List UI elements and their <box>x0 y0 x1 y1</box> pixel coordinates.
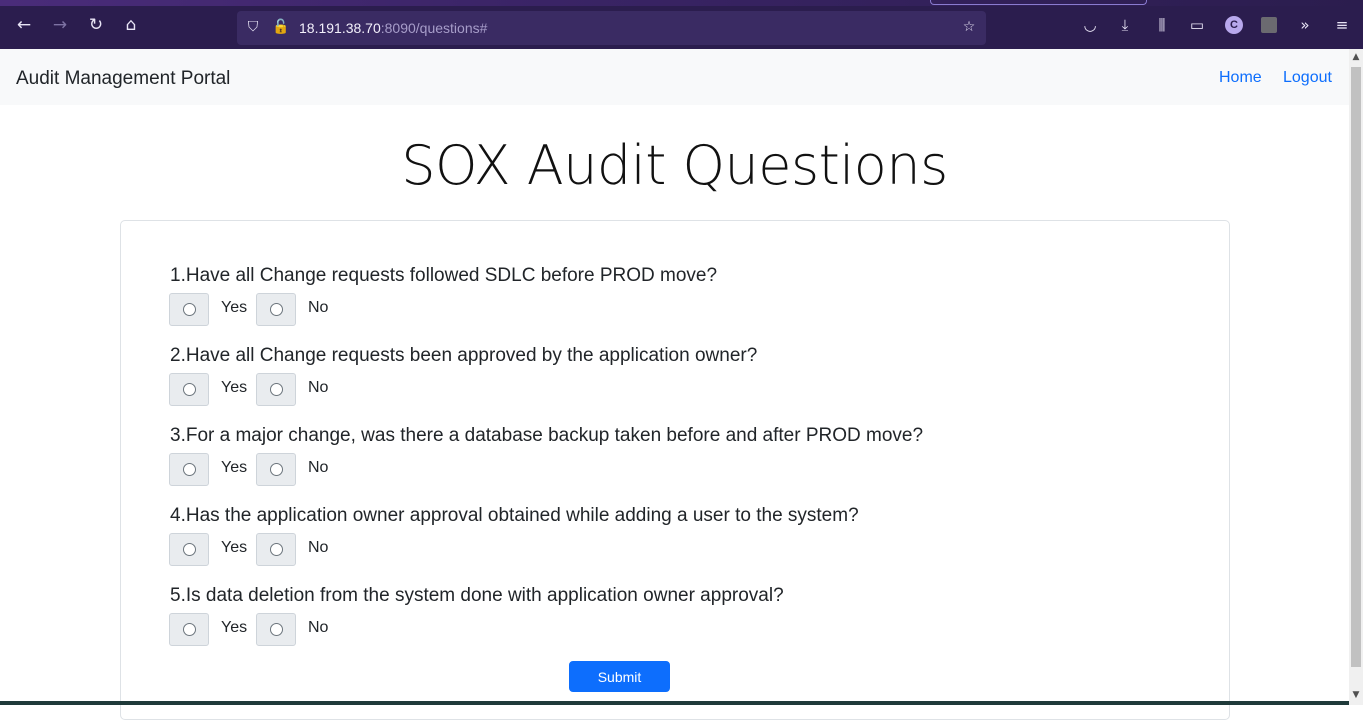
q5-yes-radio[interactable] <box>169 613 209 646</box>
scroll-thumb[interactable] <box>1351 67 1361 667</box>
forward-arrow-icon[interactable]: → <box>49 14 71 36</box>
page-title: SOX Audit Questions <box>401 134 948 197</box>
extension-square <box>1261 17 1277 33</box>
radio-circle-icon <box>182 383 196 396</box>
radio-circle-icon <box>269 543 283 556</box>
q3-no-label: No <box>308 459 329 476</box>
nav-logout-link[interactable]: Logout <box>1283 69 1332 87</box>
q5-no-label: No <box>308 619 329 636</box>
radio-circle-icon <box>269 383 283 396</box>
shield-icon[interactable]: ⛉ <box>243 17 263 37</box>
q1-no-radio[interactable] <box>256 293 296 326</box>
reload-icon[interactable]: ↻ <box>85 14 107 36</box>
question-1: 1.Have all Change requests followed SDLC… <box>170 265 718 286</box>
active-tab[interactable] <box>930 0 1147 5</box>
nav-home-link[interactable]: Home <box>1219 69 1262 87</box>
q3-no-radio[interactable] <box>256 453 296 486</box>
pocket-icon[interactable]: ◡ <box>1079 14 1101 36</box>
q4-no-radio[interactable] <box>256 533 296 566</box>
radio-circle-icon <box>182 543 196 556</box>
q2-yes-label: Yes <box>221 379 248 396</box>
q4-no-label: No <box>308 539 329 556</box>
q3-yes-radio[interactable] <box>169 453 209 486</box>
question-4: 4.Has the application owner approval obt… <box>170 505 859 526</box>
radio-circle-icon <box>182 303 196 316</box>
library-icon[interactable]: ⫼ <box>1151 14 1173 36</box>
q4-yes-label: Yes <box>221 539 248 556</box>
back-arrow-icon[interactable]: ← <box>13 14 35 36</box>
q5-yes-label: Yes <box>221 619 248 636</box>
q4-yes-radio[interactable] <box>169 533 209 566</box>
question-5: 5.Is data deletion from the system done … <box>170 585 784 606</box>
radio-circle-icon <box>182 463 196 476</box>
lock-icon[interactable]: 🔓 <box>271 17 291 37</box>
questions-card: 1.Have all Change requests followed SDLC… <box>120 220 1230 720</box>
url-path: :8090/questions# <box>380 20 488 36</box>
question-2: 2.Have all Change requests been approved… <box>170 345 758 366</box>
hamburger-menu-icon[interactable]: ≡ <box>1331 14 1353 36</box>
radio-circle-icon <box>269 303 283 316</box>
home-icon[interactable]: ⌂ <box>120 14 142 36</box>
extension-icon[interactable] <box>1258 14 1280 36</box>
url-host: 18.191.38.70 <box>299 20 381 36</box>
q5-no-radio[interactable] <box>256 613 296 646</box>
chevron-double-right-icon[interactable]: » <box>1294 14 1316 36</box>
q1-yes-radio[interactable] <box>169 293 209 326</box>
question-3: 3.For a major change, was there a databa… <box>170 425 924 446</box>
q3-yes-label: Yes <box>221 459 248 476</box>
page-scrollbar[interactable]: ▲ ▼ <box>1349 49 1363 705</box>
q2-no-label: No <box>308 379 329 396</box>
radio-circle-icon <box>182 623 196 636</box>
tab-strip <box>0 0 1363 6</box>
scroll-up-icon[interactable]: ▲ <box>1351 52 1361 62</box>
brand-title[interactable]: Audit Management Portal <box>16 68 230 90</box>
bottom-edge <box>0 701 1349 705</box>
q2-yes-radio[interactable] <box>169 373 209 406</box>
q1-no-label: No <box>308 299 329 316</box>
download-icon[interactable]: ⤓ <box>1114 14 1136 36</box>
profile-initial: C <box>1225 16 1243 34</box>
radio-circle-icon <box>269 623 283 636</box>
q2-no-radio[interactable] <box>256 373 296 406</box>
star-icon[interactable]: ☆ <box>959 17 979 37</box>
browser-toolbar: ← → ↻ ⌂ ⛉ 🔓 18.191.38.70:8090/questions#… <box>0 0 1363 49</box>
profile-avatar[interactable]: C <box>1223 14 1245 36</box>
sidebar-icon[interactable]: ▭ <box>1186 14 1208 36</box>
url-text[interactable]: 18.191.38.70:8090/questions# <box>299 20 487 36</box>
q1-yes-label: Yes <box>221 299 248 316</box>
submit-button[interactable]: Submit <box>569 661 670 692</box>
radio-circle-icon <box>269 463 283 476</box>
url-bar[interactable]: ⛉ 🔓 18.191.38.70:8090/questions# ☆ <box>237 11 986 45</box>
scroll-down-icon[interactable]: ▼ <box>1351 690 1361 700</box>
app-navbar: Audit Management Portal Home Logout <box>0 49 1349 105</box>
